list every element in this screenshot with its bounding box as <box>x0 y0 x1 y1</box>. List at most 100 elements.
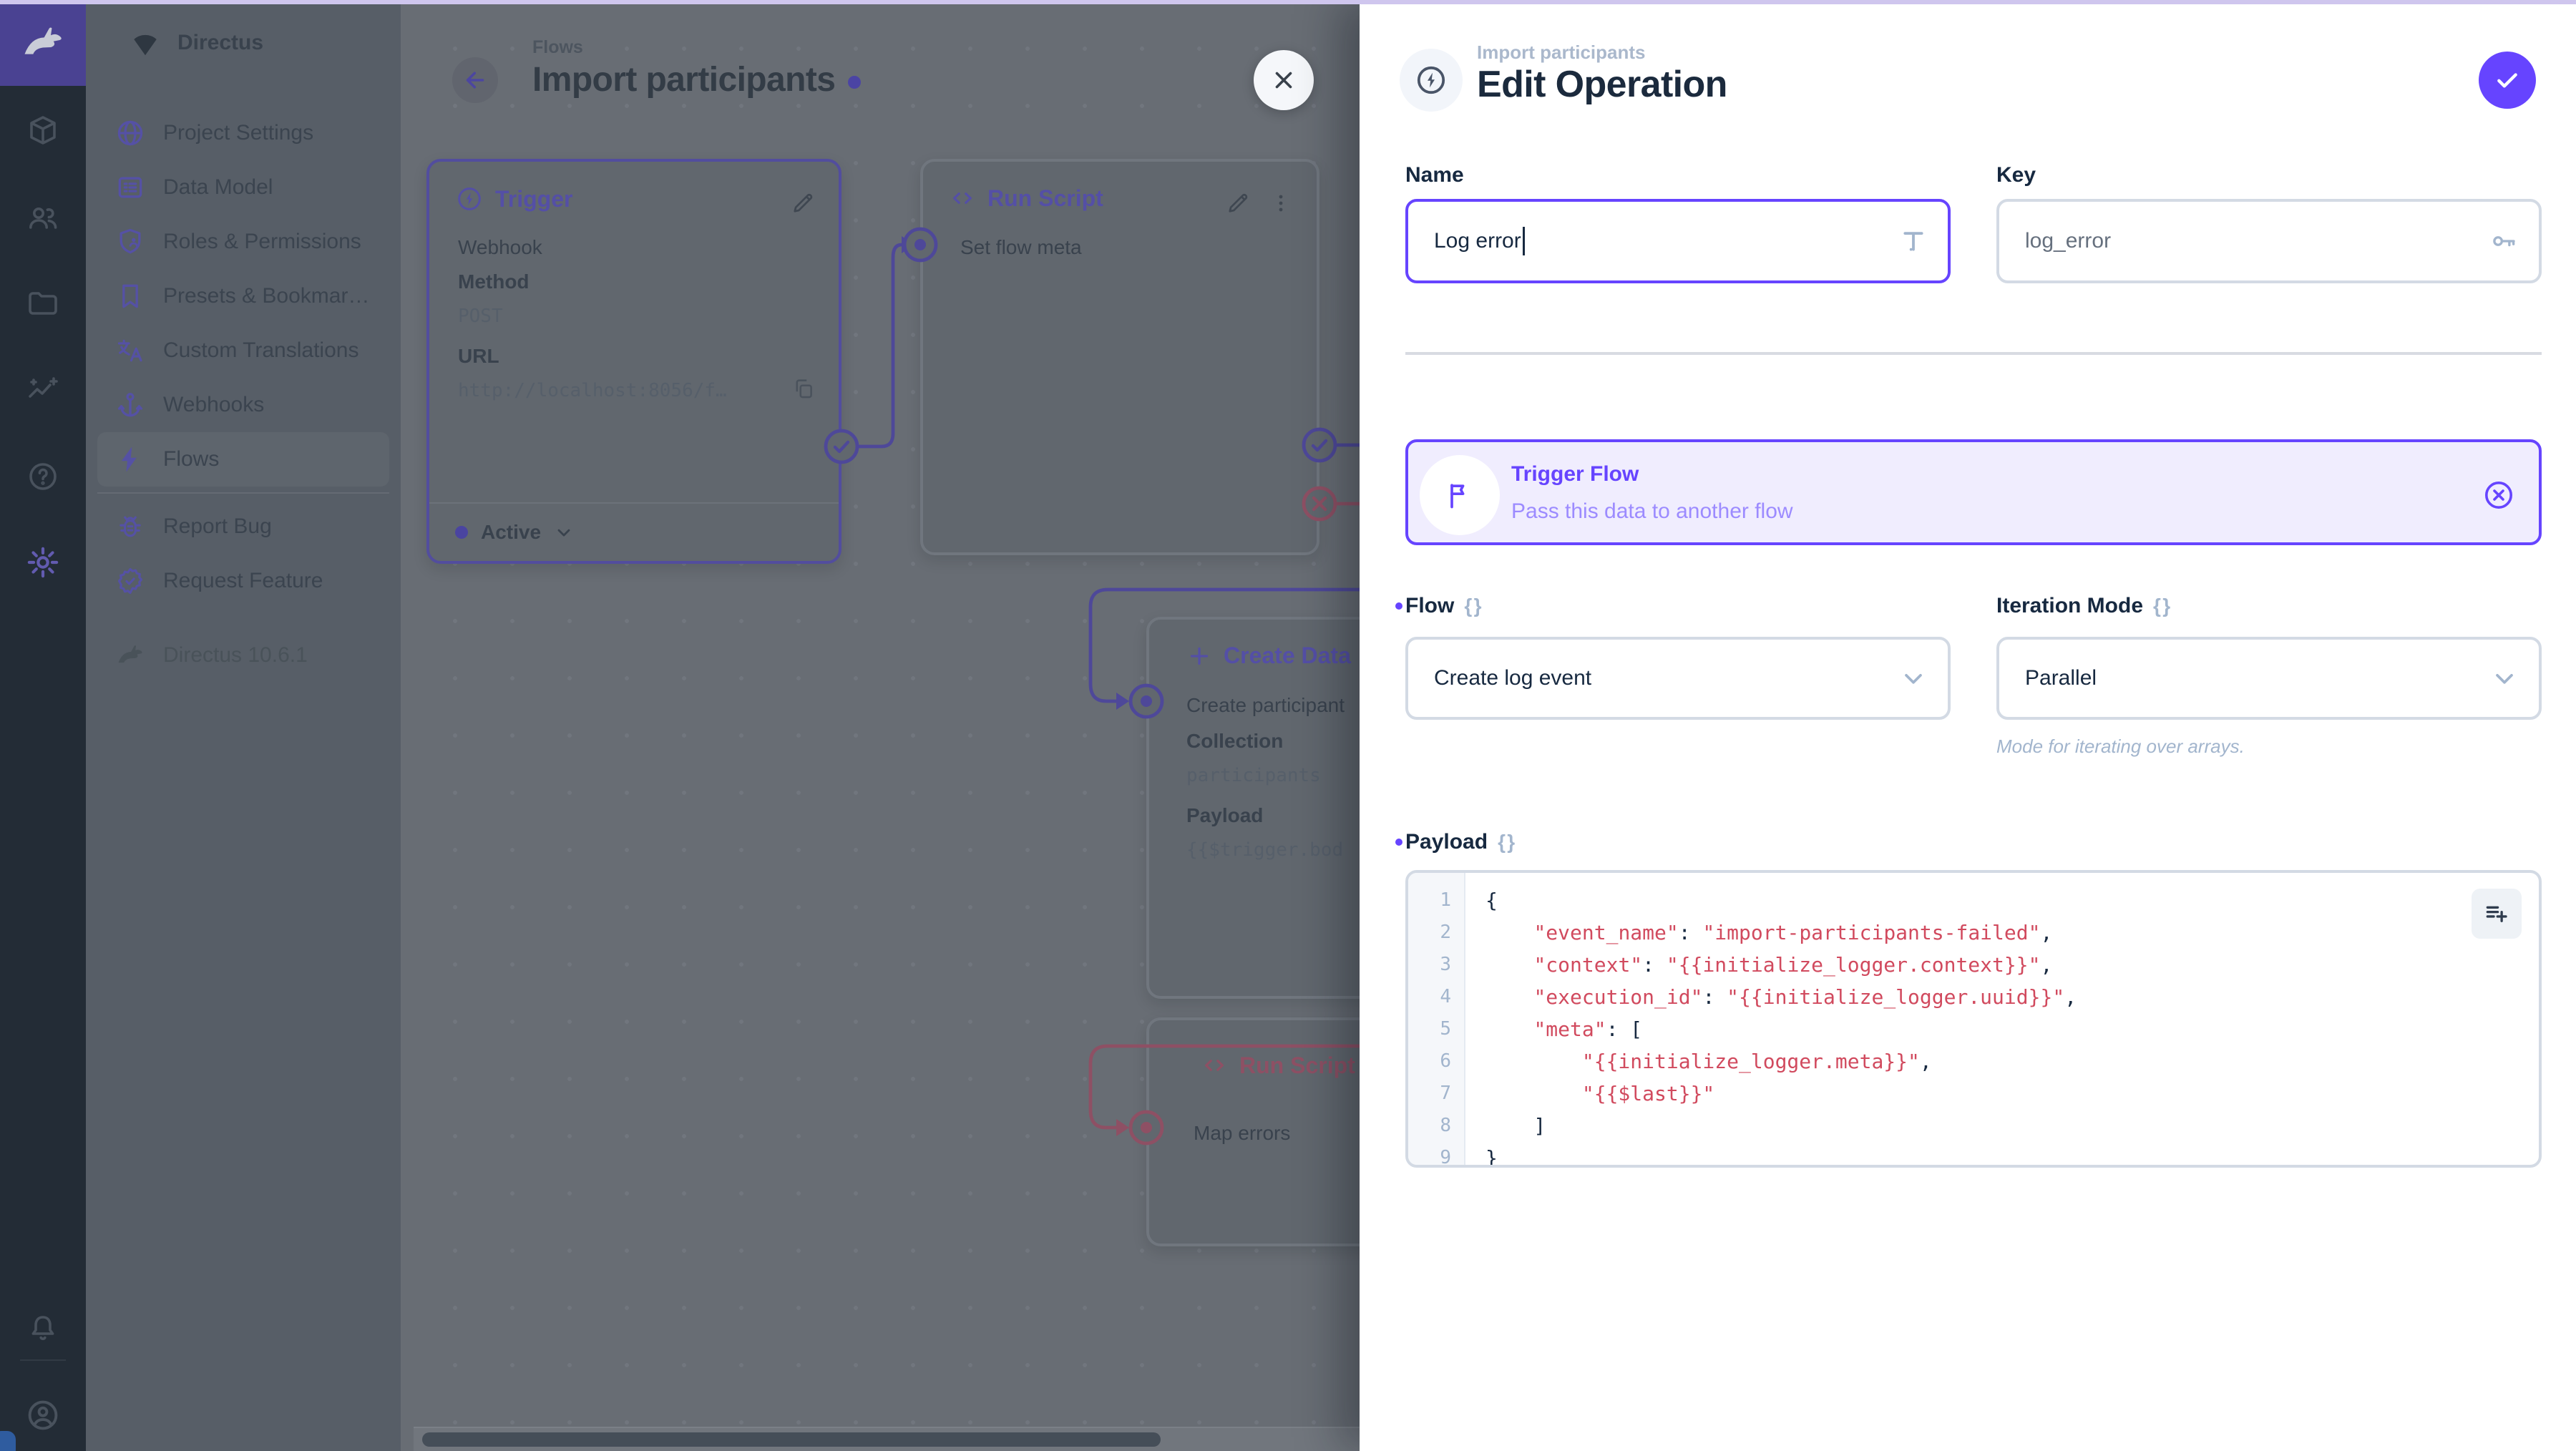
iteration-mode-label: Iteration Mode{ } <box>1996 594 2171 617</box>
directus-app: Directus Project Settings Data Model Rol… <box>0 0 2576 1451</box>
flow-status-toggle[interactable]: Active <box>455 515 574 549</box>
module-content[interactable] <box>0 96 86 165</box>
insert-field-button[interactable] <box>2472 889 2522 939</box>
method-label: Method <box>458 270 530 293</box>
close-drawer-button[interactable] <box>1254 50 1314 110</box>
run-script-header: Run Script <box>949 185 1103 212</box>
create-data-body: Create participant Collection participan… <box>1186 688 1345 867</box>
code-line[interactable]: "{{initialize_logger.meta}}", <box>1485 1045 2539 1078</box>
check-icon <box>2497 73 2517 88</box>
module-bar-divider <box>20 1359 66 1361</box>
code-line[interactable]: "{{$last}}" <box>1485 1078 2539 1110</box>
notifications-button[interactable] <box>0 1294 86 1362</box>
payload-gutter: 1 2 3 4 5 6 7 8 9 <box>1408 873 1465 1165</box>
module-insights[interactable] <box>0 356 86 425</box>
key-input[interactable]: log_error <box>1996 199 2542 283</box>
payload-editor[interactable]: 1 2 3 4 5 6 7 8 9 { "event_name": "import-partic… <box>1405 870 2542 1168</box>
copy-url-button[interactable] <box>791 376 816 406</box>
module-help[interactable] <box>0 442 86 511</box>
account-circle-icon <box>28 1400 58 1430</box>
code-line[interactable]: "meta": [ <box>1485 1013 2539 1045</box>
users-icon <box>29 207 57 229</box>
operation-icon-circle <box>1400 49 1463 112</box>
run-script-panel[interactable]: Run Script Set flow meta <box>920 159 1319 555</box>
shield-person-icon <box>114 226 146 258</box>
gear-icon <box>27 547 59 578</box>
directus-logo[interactable] <box>0 0 86 86</box>
code-icon <box>1205 1060 1224 1071</box>
insights-icon <box>29 377 58 398</box>
name-value: Log error <box>1434 229 1521 253</box>
sidebar-item-label: Report Bug <box>163 514 272 538</box>
module-settings[interactable] <box>0 528 86 597</box>
sidebar: Directus Project Settings Data Model Rol… <box>86 0 401 1451</box>
code-icon <box>953 192 972 204</box>
key-icon <box>2489 226 2519 256</box>
code-line[interactable]: "context": "{{initialize_logger.context}… <box>1485 949 2539 981</box>
iteration-mode-value: Parallel <box>2025 666 2097 690</box>
sidebar-item-flows[interactable]: Flows <box>97 432 389 487</box>
collection-label: Collection <box>1186 730 1284 752</box>
code-line[interactable]: "execution_id": "{{initialize_logger.uui… <box>1485 981 2539 1013</box>
horizontal-scrollbar-thumb[interactable] <box>422 1432 1161 1447</box>
trigger-flow-banner[interactable]: Trigger Flow Pass this data to another f… <box>1405 439 2542 545</box>
bolt-icon <box>114 444 146 475</box>
iteration-mode-select[interactable]: Parallel <box>1996 637 2542 720</box>
panel-menu-button[interactable] <box>1268 190 1294 216</box>
save-button[interactable] <box>2479 52 2536 109</box>
code-line[interactable]: { <box>1485 884 2539 917</box>
payload-required-dot <box>1395 839 1402 846</box>
top-accent-line <box>0 0 2576 4</box>
project-header[interactable]: Directus <box>86 0 401 86</box>
sidebar-item-custom-translations[interactable]: Custom Translations <box>97 323 389 378</box>
sidebar-item-data-model[interactable]: Data Model <box>97 160 389 215</box>
sidebar-item-request-feature[interactable]: Request Feature <box>97 554 389 608</box>
sidebar-item-report-bug[interactable]: Report Bug <box>97 499 389 554</box>
unsaved-dot <box>848 75 862 89</box>
module-users[interactable] <box>0 183 86 252</box>
raw-value-icon[interactable]: { } <box>1498 831 1515 854</box>
raw-value-icon[interactable]: { } <box>2153 595 2170 617</box>
globe-icon <box>114 117 146 149</box>
sidebar-item-roles-permissions[interactable]: Roles & Permissions <box>97 215 389 269</box>
edit-operation-button[interactable] <box>1225 190 1251 216</box>
flow-required-dot <box>1395 602 1402 610</box>
pencil-icon <box>794 193 813 212</box>
code-line[interactable]: "event_name": "import-participants-faile… <box>1485 917 2539 949</box>
module-files[interactable] <box>0 269 86 338</box>
name-input[interactable]: Log error <box>1405 199 1951 283</box>
back-button[interactable] <box>452 57 498 103</box>
breadcrumb[interactable]: Flows <box>532 37 583 58</box>
remove-trigger-flow-button[interactable] <box>2482 478 2516 512</box>
payload-code-lines[interactable]: { "event_name": "import-participants-fai… <box>1465 873 2539 1165</box>
trigger-panel-title: Trigger <box>495 185 573 212</box>
raw-value-icon[interactable]: { } <box>1464 595 1481 617</box>
sidebar-item-label: Webhooks <box>163 393 265 416</box>
corner-chip <box>0 1431 16 1451</box>
pencil-icon <box>1229 193 1248 212</box>
line-number: 2 <box>1440 922 1451 943</box>
sidebar-item-webhooks[interactable]: Webhooks <box>97 378 389 432</box>
map-errors-header: Run Script <box>1201 1052 1355 1079</box>
sidebar-item-label: Request Feature <box>163 569 323 592</box>
code-line[interactable]: ] <box>1485 1110 2539 1142</box>
line-number: 3 <box>1440 954 1451 975</box>
sidebar-item-label: Project Settings <box>163 121 314 145</box>
line-number: 8 <box>1440 1115 1451 1136</box>
collection-value: participants <box>1186 765 1321 786</box>
bug-icon <box>114 511 146 542</box>
plus-icon <box>1190 647 1209 665</box>
flow-select[interactable]: Create log event <box>1405 637 1951 720</box>
kebab-menu-icon <box>1279 195 1283 212</box>
x-circle-icon <box>2484 481 2513 509</box>
content-box-icon <box>30 116 56 145</box>
sidebar-item-label: Flows <box>163 447 220 471</box>
url-label: URL <box>458 345 499 367</box>
code-line[interactable]: } <box>1485 1142 2539 1165</box>
edit-trigger-button[interactable] <box>790 190 816 216</box>
project-name: Directus <box>177 31 264 54</box>
project-fan-icon <box>134 34 157 56</box>
sidebar-item-presets-bookmarks[interactable]: Presets & Bookmar… <box>97 269 389 323</box>
trigger-panel[interactable]: Trigger Webhook Method POST URL http://l… <box>426 159 841 564</box>
sidebar-item-project-settings[interactable]: Project Settings <box>97 106 389 160</box>
